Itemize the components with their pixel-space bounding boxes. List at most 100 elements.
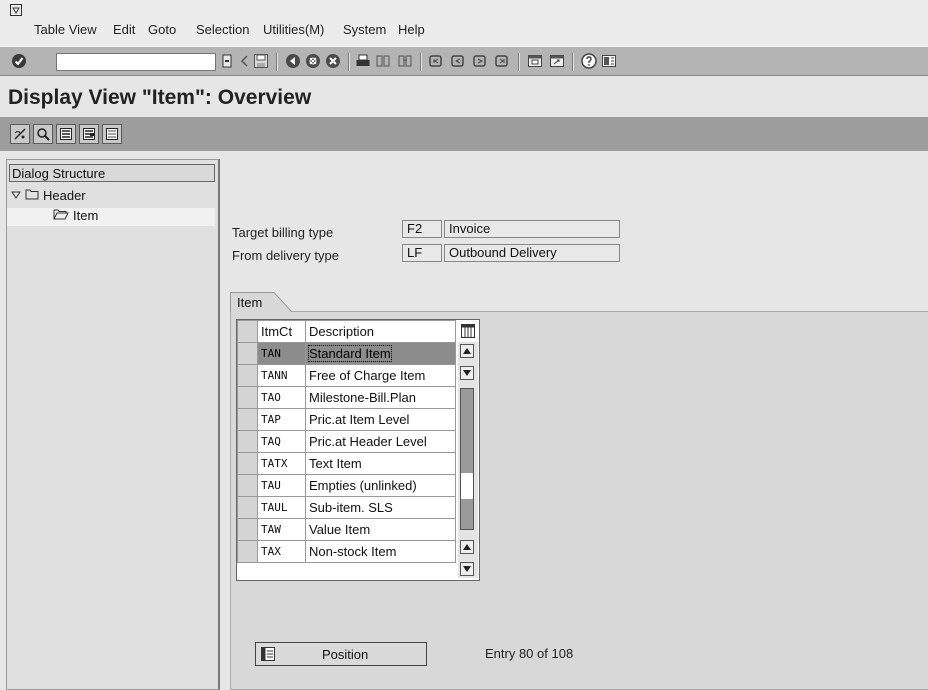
help-icon[interactable] xyxy=(580,52,598,70)
target-billing-type-code: F2 xyxy=(402,220,442,238)
menu-selection[interactable]: Selection xyxy=(196,22,249,37)
table-row[interactable]: TATX Text Item xyxy=(237,452,456,475)
scrollbar-thumb[interactable] xyxy=(461,473,473,499)
details-icon[interactable] xyxy=(33,124,53,144)
tree-node-label: Item xyxy=(73,208,99,223)
row-selector[interactable] xyxy=(237,496,258,519)
item-category-cell: TATX xyxy=(257,452,306,475)
table-row[interactable]: TAU Empties (unlinked) xyxy=(237,474,456,497)
menu-system[interactable]: System xyxy=(343,22,386,37)
last-page-icon[interactable] xyxy=(493,52,511,70)
deselect-all-icon[interactable] xyxy=(102,124,122,144)
table-row[interactable]: TAQ Pric.at Header Level xyxy=(237,430,456,453)
scroll-page-up-icon[interactable] xyxy=(460,344,474,358)
row-selector[interactable] xyxy=(237,540,258,563)
row-selector[interactable] xyxy=(237,474,258,497)
scroll-up-icon[interactable] xyxy=(460,540,474,554)
table-row[interactable]: TANN Free of Charge Item xyxy=(237,364,456,387)
menu-table-view[interactable]: Table View xyxy=(34,22,97,37)
item-category-cell: TAQ xyxy=(257,430,306,453)
find-icon[interactable] xyxy=(374,52,392,70)
description-cell: Non-stock Item xyxy=(305,540,456,563)
toolbar-separator xyxy=(348,53,349,71)
change-display-icon[interactable] xyxy=(10,124,30,144)
description-cell: Milestone-Bill.Plan xyxy=(305,386,456,409)
description-cell: Free of Charge Item xyxy=(305,364,456,387)
tree-node-header[interactable]: Header xyxy=(11,188,86,203)
table-row[interactable]: TAW Value Item xyxy=(237,518,456,541)
command-input[interactable] xyxy=(57,55,213,69)
back-icon[interactable] xyxy=(284,52,302,70)
table-row[interactable]: TAUL Sub-item. SLS xyxy=(237,496,456,519)
expand-triangle-icon[interactable] xyxy=(11,188,21,203)
layout-icon[interactable] xyxy=(600,52,618,70)
item-category-cell: TAP xyxy=(257,408,306,431)
from-delivery-type-label: From delivery type xyxy=(232,248,339,263)
row-selector[interactable] xyxy=(237,430,258,453)
item-category-cell: TAU xyxy=(257,474,306,497)
next-page-icon[interactable] xyxy=(471,52,489,70)
tab-item-label: Item xyxy=(237,295,263,310)
tree-node-label: Header xyxy=(43,188,86,203)
scrollbar-track[interactable] xyxy=(460,388,474,530)
print-icon[interactable] xyxy=(354,52,372,70)
open-folder-icon xyxy=(53,208,69,223)
find-next-icon[interactable] xyxy=(396,52,414,70)
save-icon[interactable] xyxy=(252,52,270,70)
table-row[interactable]: TAN Standard Item xyxy=(237,342,456,365)
tab-item[interactable]: Item xyxy=(230,292,296,312)
description-text: Standard Item xyxy=(308,345,392,362)
menu-help[interactable]: Help xyxy=(398,22,425,37)
vertical-scrollbar[interactable] xyxy=(458,342,478,578)
select-all-icon[interactable] xyxy=(56,124,76,144)
row-selector[interactable] xyxy=(237,342,258,365)
table-header-row: ItmCt Description xyxy=(237,320,456,343)
column-header-description[interactable]: Description xyxy=(305,320,456,343)
menu-goto[interactable]: Goto xyxy=(148,22,176,37)
first-page-icon[interactable] xyxy=(427,52,445,70)
row-selector[interactable] xyxy=(237,518,258,541)
command-field-history-icon[interactable] xyxy=(218,52,236,70)
column-header-itmct[interactable]: ItmCt xyxy=(257,320,306,343)
item-category-cell: TAN xyxy=(257,342,306,365)
row-selector[interactable] xyxy=(237,386,258,409)
row-selector[interactable] xyxy=(237,452,258,475)
exit-icon[interactable] xyxy=(304,52,322,70)
row-selector[interactable] xyxy=(237,364,258,387)
description-cell: Pric.at Item Level xyxy=(305,408,456,431)
select-all-cell[interactable] xyxy=(237,320,258,343)
from-delivery-type-text: Outbound Delivery xyxy=(444,244,620,262)
item-table: ItmCt Description TAN Standard Item TANN… xyxy=(236,319,480,581)
scroll-page-down-icon[interactable] xyxy=(460,562,474,576)
position-button[interactable]: Position xyxy=(255,642,427,666)
menu-edit[interactable]: Edit xyxy=(113,22,135,37)
menu-toggle-icon[interactable] xyxy=(10,4,22,16)
dialog-structure-title: Dialog Structure xyxy=(9,164,215,182)
dialog-structure-panel: Dialog Structure Header Item xyxy=(6,159,220,690)
cancel-icon[interactable] xyxy=(324,52,342,70)
item-category-cell: TAW xyxy=(257,518,306,541)
command-field[interactable] xyxy=(56,53,216,71)
target-billing-type-label: Target billing type xyxy=(232,225,334,240)
create-session-icon[interactable] xyxy=(526,52,544,70)
previous-page-icon[interactable] xyxy=(449,52,467,70)
toolbar-separator xyxy=(572,53,573,71)
shortcut-icon[interactable] xyxy=(548,52,566,70)
enter-icon[interactable] xyxy=(10,52,28,70)
description-cell: Text Item xyxy=(305,452,456,475)
tree-selection-highlight xyxy=(7,208,215,226)
description-cell: Pric.at Header Level xyxy=(305,430,456,453)
table-settings-icon[interactable] xyxy=(458,321,478,341)
item-category-cell: TAO xyxy=(257,386,306,409)
toolbar-separator xyxy=(420,53,421,71)
item-category-cell: TANN xyxy=(257,364,306,387)
menu-utilities[interactable]: Utilities(M) xyxy=(263,22,324,37)
description-cell: Value Item xyxy=(305,518,456,541)
table-row[interactable]: TAO Milestone-Bill.Plan xyxy=(237,386,456,409)
select-block-icon[interactable] xyxy=(79,124,99,144)
table-row[interactable]: TAX Non-stock Item xyxy=(237,540,456,563)
tree-node-item[interactable]: Item xyxy=(53,208,98,223)
scroll-down-icon[interactable] xyxy=(460,366,474,380)
row-selector[interactable] xyxy=(237,408,258,431)
table-row[interactable]: TAP Pric.at Item Level xyxy=(237,408,456,431)
